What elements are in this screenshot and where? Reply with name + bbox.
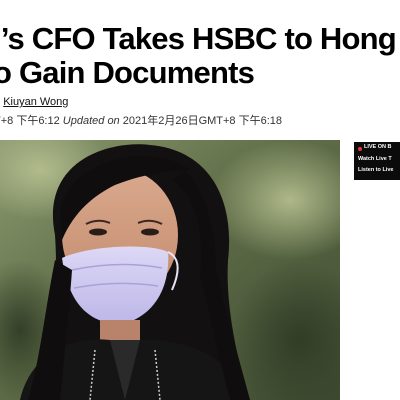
listen-live-link[interactable]: Listen to Live bbox=[358, 167, 393, 173]
updated-time: 2021年2月26日GMT+8 下午6:18 bbox=[122, 115, 283, 127]
article-photo bbox=[0, 140, 340, 400]
woman-in-face-mask-photo bbox=[0, 140, 340, 400]
article-headline: i’s CFO Takes HSBC to Hong o Gain Docume… bbox=[0, 22, 400, 88]
live-label: LIVE ON B bbox=[364, 144, 392, 150]
published-time: T+8 下午6:12 bbox=[0, 115, 60, 127]
watch-live-link[interactable]: Watch Live T bbox=[358, 156, 392, 162]
headline-line-1: i’s CFO Takes HSBC to Hong bbox=[0, 22, 397, 56]
article-timestamps: T+8 下午6:12 Updated on 2021年2月26日GMT+8 下午… bbox=[0, 112, 282, 128]
headline-line-2: o Gain Documents bbox=[0, 55, 255, 88]
byline: d Kiuyan Wong bbox=[0, 96, 68, 108]
live-panel[interactable]: LIVE ON B Watch Live T Listen to Live bbox=[354, 142, 400, 180]
author-link[interactable]: Kiuyan Wong bbox=[3, 96, 68, 108]
red-dot-icon bbox=[358, 147, 362, 151]
updated-label: Updated on bbox=[62, 115, 120, 127]
